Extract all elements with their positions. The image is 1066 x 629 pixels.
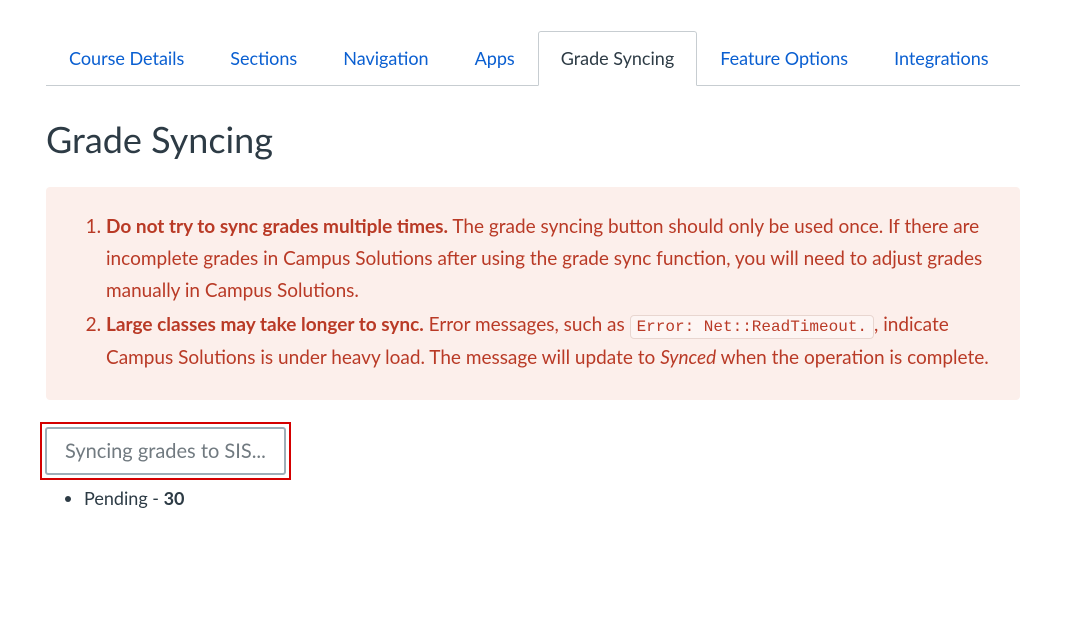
- tab-navigation[interactable]: Navigation: [320, 31, 451, 86]
- warning-item-2: Large classes may take longer to sync. E…: [106, 309, 992, 374]
- warning-item-2-em: Synced: [660, 346, 716, 369]
- tab-course-details[interactable]: Course Details: [46, 31, 207, 86]
- status-pending-label: Pending -: [84, 487, 164, 509]
- tab-apps[interactable]: Apps: [452, 31, 538, 86]
- status-pending: Pending - 30: [84, 486, 1020, 511]
- settings-tabs: Course Details Sections Navigation Apps …: [46, 30, 1020, 86]
- warning-item-1: Do not try to sync grades multiple times…: [106, 211, 992, 308]
- sync-grades-button[interactable]: Syncing grades to SIS...: [45, 427, 286, 475]
- tab-feature-options[interactable]: Feature Options: [697, 31, 871, 86]
- warning-item-1-strong: Do not try to sync grades multiple times…: [106, 215, 448, 238]
- sync-status-list: Pending - 30: [46, 486, 1020, 511]
- tab-integrations[interactable]: Integrations: [871, 31, 1011, 86]
- warning-item-2-tail: when the operation is complete.: [716, 346, 989, 369]
- tab-grade-syncing[interactable]: Grade Syncing: [538, 31, 698, 86]
- sync-button-highlight: Syncing grades to SIS...: [40, 422, 291, 480]
- warning-alert: Do not try to sync grades multiple times…: [46, 187, 1020, 400]
- tab-sections[interactable]: Sections: [207, 31, 320, 86]
- warning-item-2-strong: Large classes may take longer to sync.: [106, 313, 424, 336]
- warning-item-2-before-code: Error messages, such as: [424, 313, 630, 336]
- page-title: Grade Syncing: [46, 114, 1020, 164]
- status-pending-count: 30: [164, 487, 185, 509]
- error-code-example: Error: Net::ReadTimeout.: [630, 315, 874, 339]
